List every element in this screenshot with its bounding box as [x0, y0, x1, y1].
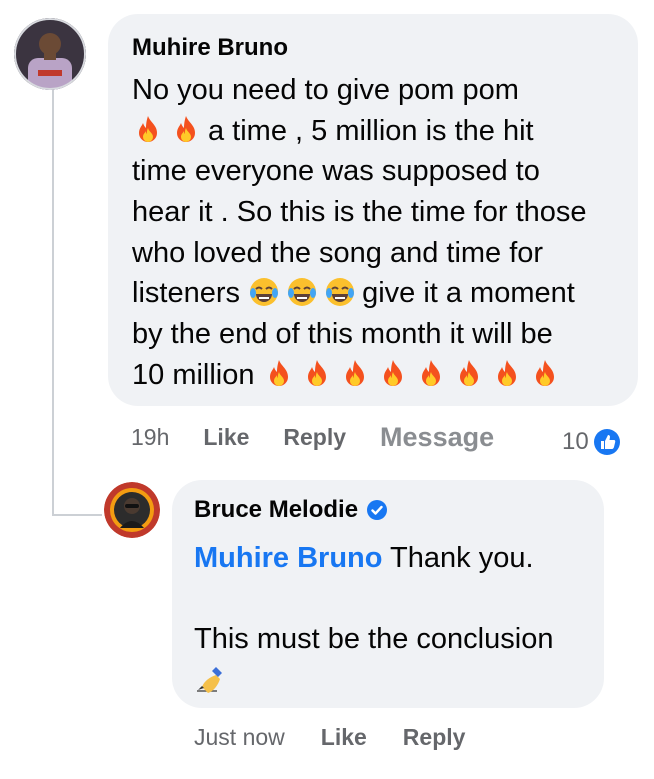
thread-connector [52, 88, 54, 516]
comment-line: hear it . So this is the time for those [132, 196, 587, 229]
fire-emoji-icon [491, 358, 523, 390]
comment-line: listeners give it a moment [132, 273, 628, 314]
fire-emoji-icon [263, 358, 295, 390]
like-icon [593, 428, 621, 456]
comment-line: who loved the song and time for [132, 236, 544, 269]
tears-of-joy-emoji-icon [286, 276, 318, 308]
verified-badge-icon [366, 499, 388, 521]
comment-line: time everyone was supposed to [132, 155, 540, 188]
tears-of-joy-emoji-icon [248, 276, 280, 308]
reply-author-row: Bruce Melodie [194, 496, 388, 524]
comment-timestamp[interactable]: 19h [131, 424, 169, 451]
reaction-count-number: 10 [562, 428, 589, 455]
mention-link[interactable]: Muhire Bruno [194, 542, 383, 574]
reply-author[interactable]: Bruce Melodie [194, 496, 358, 524]
reply-line: This must be the conclusion [194, 623, 554, 656]
reply-text: Muhire Bruno Thank you. This must be the… [194, 538, 594, 701]
fire-emoji-icon [339, 358, 371, 390]
thread-connector-branch [52, 514, 102, 516]
fire-emoji-icon [415, 358, 447, 390]
fire-emoji-icon [170, 114, 202, 146]
reply-button[interactable]: Reply [403, 724, 466, 751]
like-button[interactable]: Like [203, 424, 249, 451]
reply-button[interactable]: Reply [283, 424, 346, 451]
comment-line: No you need to give pom pom [132, 74, 519, 106]
reply-actions: Just now Like Reply [194, 724, 465, 751]
comment-line-text: listeners [132, 277, 240, 310]
comment-line: a time , 5 million is the hit [132, 111, 628, 152]
reaction-count[interactable]: 10 [562, 428, 621, 456]
fire-emoji-icon [529, 358, 561, 390]
message-button[interactable]: Message [380, 422, 494, 453]
comment-text: No you need to give pom pom a time , 5 m… [132, 70, 628, 396]
tears-of-joy-emoji-icon [324, 276, 356, 308]
fire-emoji-icon [301, 358, 333, 390]
fire-emoji-icon [377, 358, 409, 390]
like-button[interactable]: Like [321, 724, 367, 751]
comment-line-text: 10 million [132, 358, 255, 391]
comment-actions: 19h Like Reply Message [131, 422, 494, 453]
writing-hand-emoji-icon [194, 663, 226, 695]
reply-line: Muhire Bruno Thank you. [194, 538, 594, 579]
comment-author[interactable]: Muhire Bruno [132, 34, 288, 62]
reply-line-text: Thank you. [382, 542, 534, 574]
avatar[interactable] [14, 18, 86, 90]
comment-line-text: a time , 5 million is the hit [208, 114, 534, 147]
comment-bubble: Muhire Bruno No you need to give pom pom… [108, 14, 638, 406]
fire-emoji-icon [132, 114, 164, 146]
reply-line [194, 660, 594, 701]
comment-line-text: give it a moment [362, 277, 575, 310]
reply-bubble: Bruce Melodie Muhire Bruno Thank you. Th… [172, 480, 604, 708]
fire-emoji-icon [453, 358, 485, 390]
comment-line: 10 million [132, 355, 628, 396]
reply-timestamp[interactable]: Just now [194, 724, 285, 751]
comment-line: by the end of this month it will be [132, 318, 553, 351]
avatar[interactable] [104, 482, 160, 538]
